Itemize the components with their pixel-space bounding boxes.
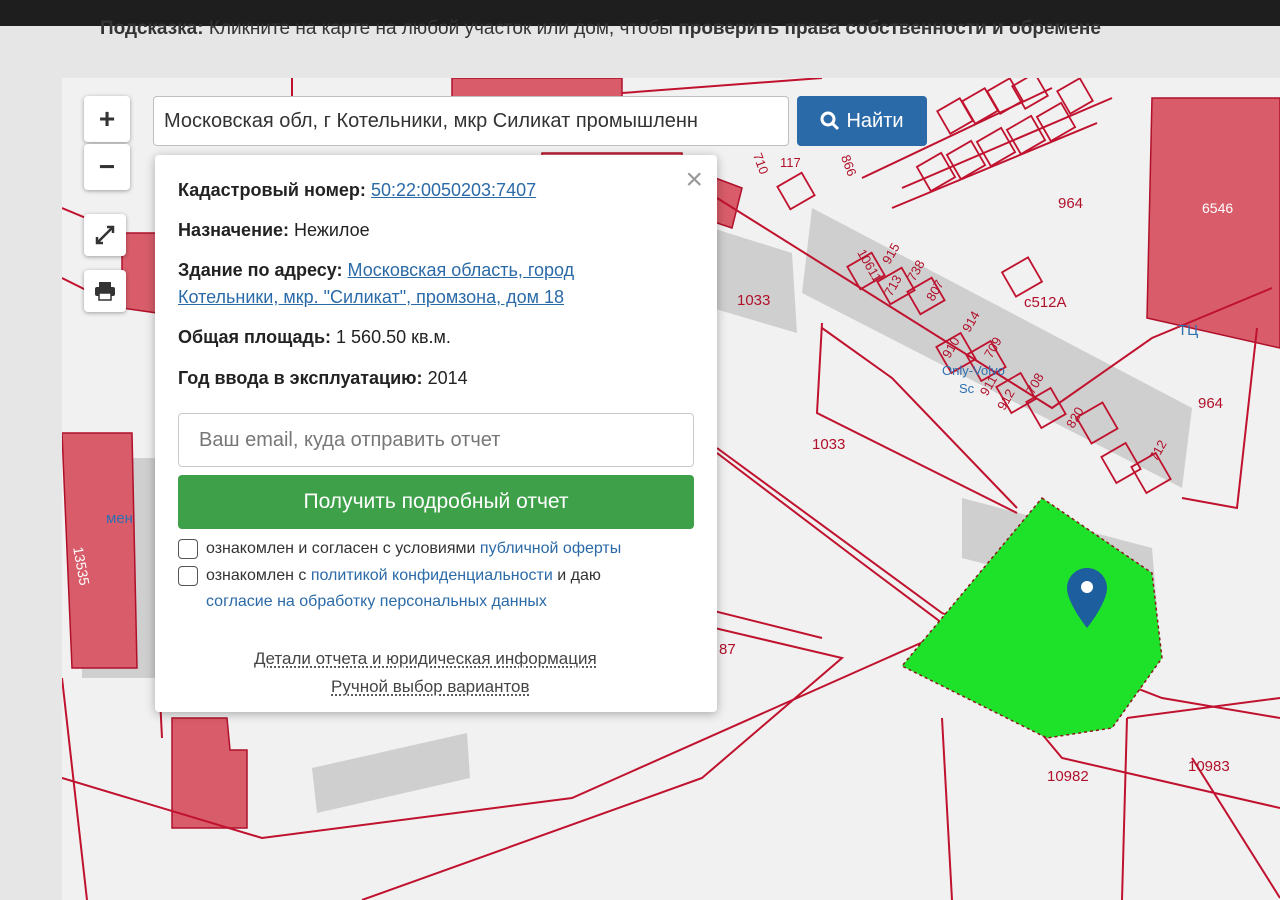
building-row: Здание по адресу: Московская область, го… [178, 257, 574, 311]
parcel-label: 964 [1198, 395, 1224, 412]
purpose-value: Нежилое [294, 220, 370, 240]
get-report-button[interactable]: Получить подробный отчет [178, 475, 694, 529]
building-label: Здание по адресу: [178, 260, 343, 280]
hint-body: Кликните на карте на любой участок или д… [203, 18, 679, 39]
building-block [312, 733, 470, 813]
consent-offer-row: ознакомлен и согласен с условиями публич… [178, 536, 621, 562]
hint-label: Подсказка: [100, 18, 204, 39]
manual-selection-link[interactable]: Ручной выбор вариантов [331, 677, 530, 697]
fullscreen-button[interactable] [84, 214, 126, 256]
selected-parcel [900, 496, 1163, 739]
consent-privacy-checkbox[interactable] [178, 565, 198, 586]
poi-label: Sc [959, 381, 975, 396]
expand-icon [95, 225, 115, 245]
consent-offer-text: ознакомлен и согласен с условиями [206, 540, 480, 557]
public-offer-link[interactable]: публичной оферты [480, 540, 621, 557]
poi-label: мен [106, 510, 133, 527]
email-field[interactable] [178, 413, 694, 467]
privacy-policy-link[interactable]: политикой конфиденциальности [311, 567, 553, 584]
search-button-label: Найти [846, 109, 904, 132]
hint-text: Подсказка: Кликните на карте на любой уч… [100, 18, 1101, 40]
search-button[interactable]: Найти [797, 96, 927, 146]
red-building [171, 717, 248, 829]
close-icon[interactable]: × [685, 165, 703, 195]
parcel-label: 117 [780, 155, 801, 170]
poi-label: Only-Volvo [942, 363, 1005, 378]
year-row: Год ввода в эксплуатацию: 2014 [178, 365, 468, 392]
parcel-label: 10982 [1047, 768, 1089, 785]
printer-icon [95, 282, 115, 301]
year-value: 2014 [427, 368, 468, 388]
parcel-label: 1033 [737, 292, 771, 309]
parcel-label: 10983 [1188, 758, 1230, 775]
poi-label: ТЦ [1178, 322, 1199, 339]
search-icon [820, 111, 840, 131]
address-search-input[interactable] [153, 96, 789, 146]
red-building [121, 232, 158, 314]
property-popup: × Кадастровый номер: 50:22:0050203:7407 … [155, 155, 717, 712]
cadastral-label: Кадастровый номер: [178, 180, 366, 200]
building-block [712, 228, 797, 333]
consent-offer-checkbox[interactable] [178, 538, 198, 559]
cadastral-number-link[interactable]: 50:22:0050203:7407 [371, 180, 536, 200]
area-row: Общая площадь: 1 560.50 кв.м. [178, 324, 451, 351]
personal-data-link[interactable]: согласие на обработку персональных данны… [206, 593, 547, 610]
parcel-label: 87 [719, 641, 736, 658]
year-label: Год ввода в эксплуатацию: [178, 368, 423, 388]
area-value: 1 560.50 кв.м. [336, 327, 451, 347]
parcel-label: 964 [1058, 195, 1084, 212]
parcel-label: 6546 [1202, 200, 1234, 216]
area-label: Общая площадь: [178, 327, 332, 347]
building-address-link-line2[interactable]: Котельники, мкр. "Силикат", промзона, до… [178, 287, 564, 307]
parcel-label: с512А [1024, 294, 1067, 311]
parcel-label: 1033 [812, 436, 846, 453]
consent-privacy-tail: и даю [552, 567, 601, 584]
purpose-label: Назначение: [178, 220, 290, 240]
consent-privacy-text: ознакомлен с [206, 567, 311, 584]
zoom-in-button[interactable]: + [84, 96, 130, 142]
purpose-row: Назначение: Нежилое [178, 217, 370, 244]
cadastral-row: Кадастровый номер: 50:22:0050203:7407 [178, 177, 536, 204]
red-building [1146, 97, 1280, 349]
consent-privacy-row: ознакомлен с политикой конфиденциальност… [178, 563, 601, 615]
building-address-link[interactable]: Московская область, город [348, 260, 575, 280]
report-details-link[interactable]: Детали отчета и юридическая информация [254, 649, 597, 669]
print-button[interactable] [84, 270, 126, 312]
zoom-out-button[interactable]: − [84, 144, 130, 190]
hint-bold: проверить права собственности и обремене [678, 18, 1101, 39]
